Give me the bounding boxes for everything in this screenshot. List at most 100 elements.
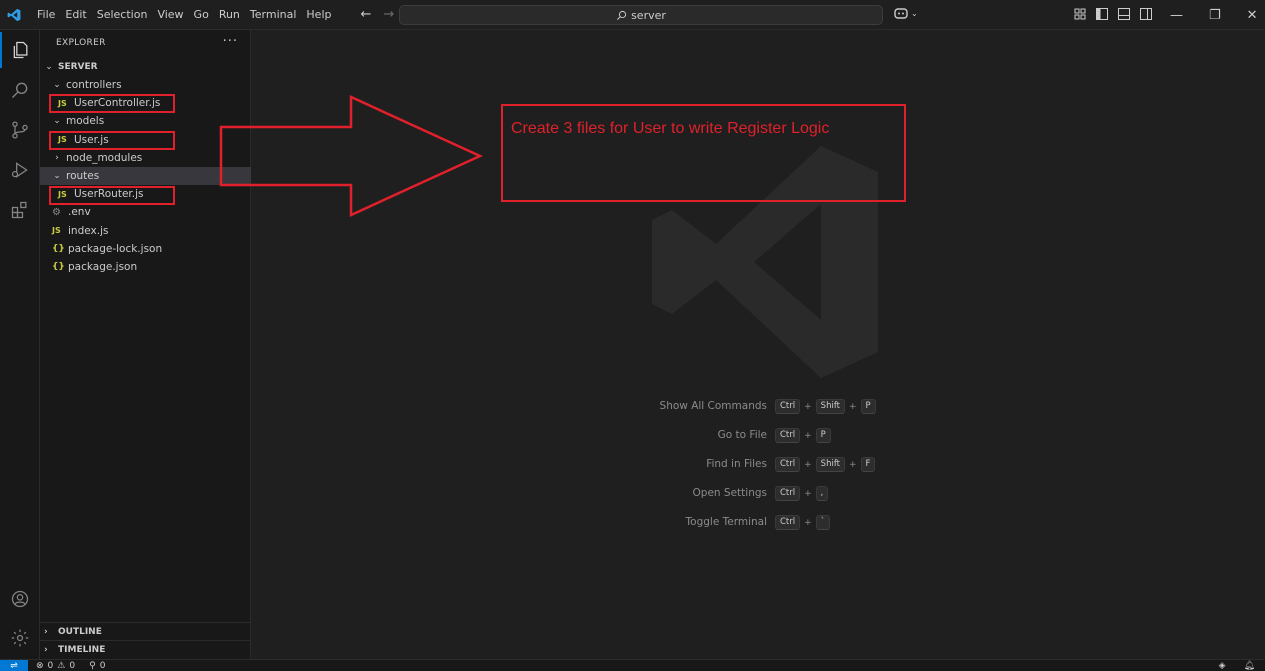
toggle-panel-icon[interactable] [1118,8,1130,20]
copilot-button[interactable]: ⌄ [893,6,918,20]
status-bar: ⇌ ⊗ 0 ⚠ 0 ⚲ 0 ◈ 🔔︎ [0,659,1265,671]
command-center-search[interactable]: server [399,5,883,25]
gear-icon [11,629,29,647]
run-debug-activity[interactable] [0,152,40,188]
menu-run[interactable]: Run [214,0,245,30]
tree-item-label: models [66,115,105,128]
tree-item-label: package.json [68,261,138,273]
shortcut-keys: Ctrl + P [775,428,831,443]
settings-file-icon: ⚙ [52,206,61,218]
chevron-right-icon: › [44,626,48,637]
extensions-activity[interactable] [0,192,40,228]
menu-edit[interactable]: Edit [60,0,91,30]
tree-item-label: controllers [66,79,122,91]
search-icon [617,10,627,20]
explorer-activity[interactable] [0,32,40,68]
json-file-icon: {} [52,262,65,272]
shortcut-label[interactable]: Go to File [718,429,767,441]
vscode-logo-icon [0,0,28,30]
key-cap: P [860,399,876,414]
title-bar: File Edit Selection View Go Run Terminal Help ←… [0,0,1265,30]
minimize-icon[interactable]: — [1170,8,1183,23]
menu-selection[interactable]: Selection [92,0,153,30]
shortcut-keys: Ctrl +, [775,486,829,501]
folder-root-server[interactable]: ⌄ SERVER [40,58,251,76]
key-cap: ` [815,515,830,530]
chevron-down-icon: ⌄ [911,8,918,18]
shortcut-keys: Ctrl + Shift + F [775,457,876,472]
outline-label: OUTLINE [58,626,102,637]
search-activity[interactable] [0,72,40,108]
menu-view[interactable]: View [152,0,188,30]
key-cap: , [815,486,829,501]
shortcut-label[interactable]: Toggle Terminal [686,516,767,528]
tree-item-controllers[interactable]: ⌄ controllers [40,76,251,94]
close-icon[interactable]: ✕ [1247,8,1258,23]
menu-go[interactable]: Go [189,0,214,30]
tree-item-label: .env [68,206,91,219]
key-cap: Ctrl [775,457,801,472]
shortcut-label[interactable]: Find in Files [706,458,767,470]
key-cap: Shift [815,457,845,472]
status-right: ◈ 🔔︎ [1219,661,1265,671]
plus-separator: + [804,459,812,470]
error-icon: ⊗ [36,660,44,671]
plus-separator: + [849,401,857,412]
tree-item-label: package-lock.json [68,242,163,255]
warning-icon: ⚠ [57,660,66,671]
menu-help[interactable]: Help [301,0,336,30]
menu-bar: File Edit Selection View Go Run Terminal Help [32,0,336,30]
timeline-section[interactable]: › TIMELINE [40,640,251,658]
timeline-label: TIMELINE [58,644,106,655]
search-text: server [631,8,666,22]
activity-bar [0,30,40,659]
toggle-secondary-sidebar-icon[interactable] [1140,8,1152,20]
plus-separator: + [804,430,812,441]
chevron-down-icon: ⌄ [53,171,61,181]
problems-status[interactable]: ⊗ 0 ⚠ 0 [36,661,75,671]
restore-icon[interactable]: ❐ [1209,8,1221,23]
shortcut-keys: Ctrl + Shift + P [775,399,876,414]
annotation-note: Create 3 files for User to write Registe… [501,104,906,202]
more-actions-icon[interactable]: ··· [223,34,238,49]
shortcut-row: Show All Commands Ctrl + Shift + P [251,399,1265,415]
accounts-activity[interactable] [0,581,40,617]
outline-section[interactable]: › OUTLINE [40,622,251,640]
tree-item-index-js[interactable]: JS index.js [40,222,251,240]
ports-status[interactable]: ⚲ 0 [89,661,105,671]
tree-item-package-lock-json[interactable]: {} package-lock.json [40,240,251,258]
account-icon [11,590,29,608]
forward-arrow-icon[interactable]: → [383,7,394,22]
tree-item-label: index.js [68,224,109,237]
navigation-arrows: ← → [360,7,394,22]
manage-activity[interactable] [0,620,40,656]
menu-terminal[interactable]: Terminal [245,0,302,30]
extensions-icon [11,201,27,219]
menu-file[interactable]: File [32,0,60,30]
error-count: 0 [47,660,54,671]
plus-separator: + [804,517,812,528]
chevron-down-icon: ⌄ [53,80,61,90]
tree-item-package-json[interactable]: {} package.json [40,258,251,276]
chevron-down-icon: ⌄ [45,62,53,72]
customize-layout-icon[interactable] [1074,8,1086,20]
key-cap: Ctrl [775,399,801,414]
remote-icon[interactable]: ⇌ [0,659,28,671]
source-control-activity[interactable] [0,112,40,148]
key-cap: Ctrl [775,486,801,501]
chevron-down-icon: ⌄ [53,116,61,127]
shortcut-label[interactable]: Open Settings [693,487,767,499]
notifications-icon[interactable]: 🔔︎ [1244,661,1255,671]
highlight-user-model [49,131,175,150]
annotation-arrow [219,95,484,217]
chevron-right-icon: › [55,152,59,163]
broadcast-icon[interactable]: ◈ [1219,661,1226,671]
shortcut-label[interactable]: Show All Commands [660,400,767,412]
highlight-usercontroller [49,94,175,113]
key-cap: F [860,457,876,472]
tree-item-label: routes [66,170,100,182]
toggle-primary-sidebar-icon[interactable] [1096,8,1108,20]
back-arrow-icon[interactable]: ← [360,7,371,22]
ports-count: 0 [99,660,106,671]
tree-item-label: node_modules [66,151,143,164]
